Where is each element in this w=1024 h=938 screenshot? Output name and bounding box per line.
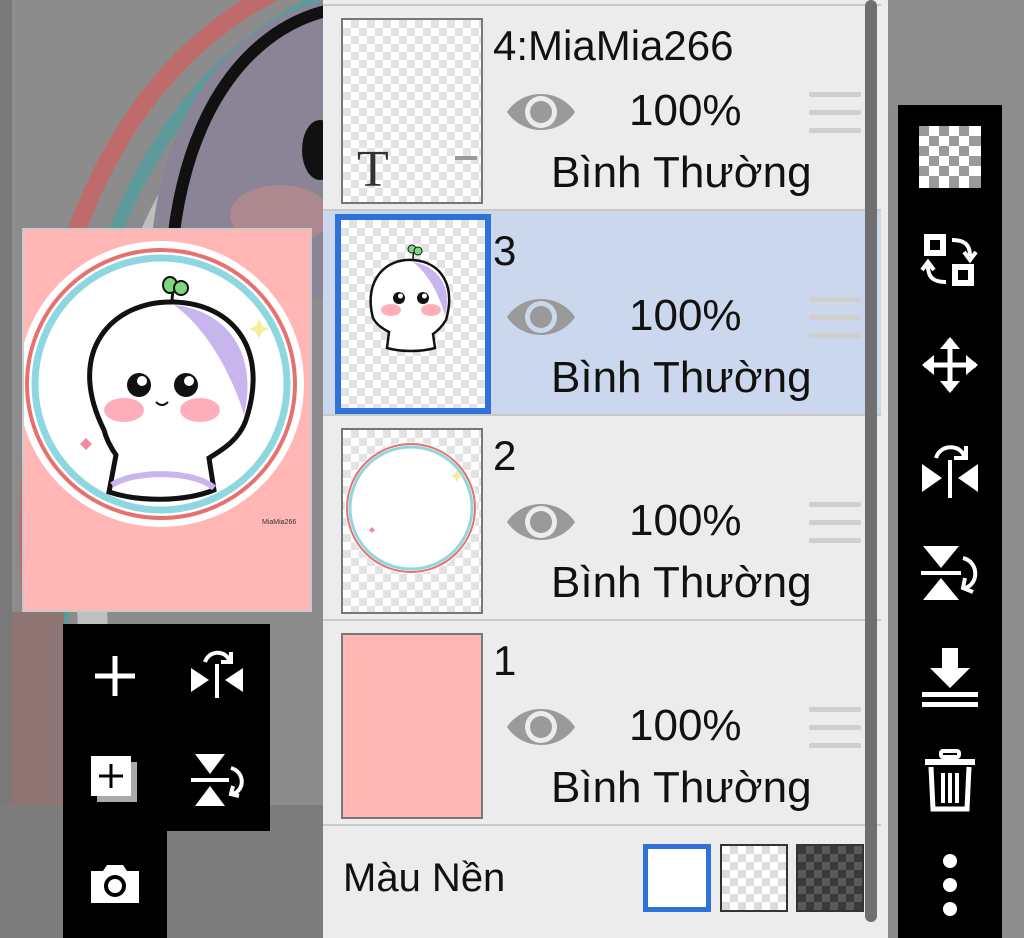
- plus-icon: [95, 656, 135, 696]
- layer-opacity[interactable]: 100%: [629, 701, 742, 751]
- preview-artwork: MiaMia266: [24, 241, 304, 527]
- layer-blend-mode[interactable]: Bình Thường: [551, 353, 812, 403]
- eye-icon[interactable]: [503, 84, 579, 140]
- layer-tools-toolbar: [898, 105, 1002, 938]
- flip-horizontal-icon: [922, 445, 978, 498]
- layer-opacity[interactable]: 100%: [629, 291, 742, 341]
- layer-row-3[interactable]: 3 100% Bình Thường: [323, 211, 881, 416]
- layer-name: 4:MiaMia266: [493, 22, 734, 69]
- transparency-checker-icon: [919, 126, 981, 188]
- delete-layer-button[interactable]: [912, 743, 988, 819]
- more-vertical-icon: [943, 854, 957, 916]
- eye-icon[interactable]: [503, 289, 579, 345]
- background-dark-checker-swatch[interactable]: [796, 844, 864, 912]
- import-photo-button[interactable]: [85, 853, 145, 913]
- layer-name: 2: [493, 432, 517, 479]
- drag-handle-icon[interactable]: [809, 92, 861, 136]
- flip-vertical-icon: [921, 546, 978, 600]
- swap-layer-button[interactable]: [912, 223, 988, 299]
- layer-thumbnail: [341, 633, 483, 819]
- swap-layer-icon: [920, 234, 978, 286]
- layer-thumbnail: [341, 428, 483, 614]
- preview-signature: MiaMia266: [262, 519, 296, 526]
- layer-panel: T 4:MiaMia266 100% Bình Thường 3 100% Bì…: [323, 0, 888, 938]
- layer-actions-toolbar-extension: [63, 831, 167, 938]
- drag-handle-icon[interactable]: [809, 297, 861, 341]
- flip-vertical-button[interactable]: [912, 535, 988, 611]
- move-layer-button[interactable]: [912, 327, 988, 403]
- trash-icon: [925, 749, 975, 812]
- drag-handle-icon[interactable]: [809, 707, 861, 751]
- add-layer-button[interactable]: [85, 646, 145, 706]
- more-options-button[interactable]: [912, 847, 988, 923]
- layer-opacity[interactable]: 100%: [629, 86, 742, 136]
- background-color-row: Màu Nền: [323, 826, 881, 938]
- layer-panel-scrollbar[interactable]: [865, 0, 877, 922]
- duplicate-layer-button[interactable]: [85, 750, 145, 810]
- layer-blend-mode[interactable]: Bình Thường: [551, 558, 812, 608]
- layer-row-1[interactable]: 1 100% Bình Thường: [323, 621, 881, 826]
- layer-opacity[interactable]: 100%: [629, 496, 742, 546]
- flip-vertical-icon: [191, 754, 244, 806]
- layer-name: 1: [493, 637, 517, 684]
- flip-horizontal-button[interactable]: [912, 431, 988, 507]
- flip-horizontal-icon: [191, 650, 243, 698]
- merge-down-icon: [922, 648, 978, 707]
- layer-blend-mode[interactable]: Bình Thường: [551, 148, 812, 198]
- text-preview-mark: [455, 156, 477, 160]
- camera-icon: [91, 865, 139, 903]
- layer-thumbnail: T: [341, 18, 483, 204]
- layer-row-4[interactable]: T 4:MiaMia266 100% Bình Thường: [323, 6, 881, 211]
- canvas-preview-thumbnail[interactable]: MiaMia266: [22, 228, 312, 612]
- duplicate-layer-icon: [91, 756, 137, 802]
- layer-thumbnail: [335, 214, 491, 414]
- layer-actions-toolbar: [63, 624, 270, 831]
- layer-blend-mode[interactable]: Bình Thường: [551, 763, 812, 813]
- background-transparent-swatch[interactable]: [720, 844, 788, 912]
- background-white-swatch[interactable]: [643, 844, 711, 912]
- transparency-button[interactable]: [912, 119, 988, 195]
- eye-icon[interactable]: [503, 494, 579, 550]
- eye-icon[interactable]: [503, 699, 579, 755]
- text-layer-glyph: T: [357, 141, 389, 198]
- flip-layer-vertical-button[interactable]: [187, 750, 247, 810]
- flip-layer-horizontal-button[interactable]: [187, 646, 247, 706]
- background-color-label: Màu Nền: [343, 856, 506, 900]
- drag-handle-icon[interactable]: [809, 502, 861, 546]
- layer-name: 3: [493, 227, 517, 274]
- merge-down-button[interactable]: [912, 639, 988, 715]
- move-icon: [922, 337, 978, 393]
- layer-row-2[interactable]: 2 100% Bình Thường: [323, 416, 881, 621]
- canvas-edge-right: [1002, 0, 1024, 938]
